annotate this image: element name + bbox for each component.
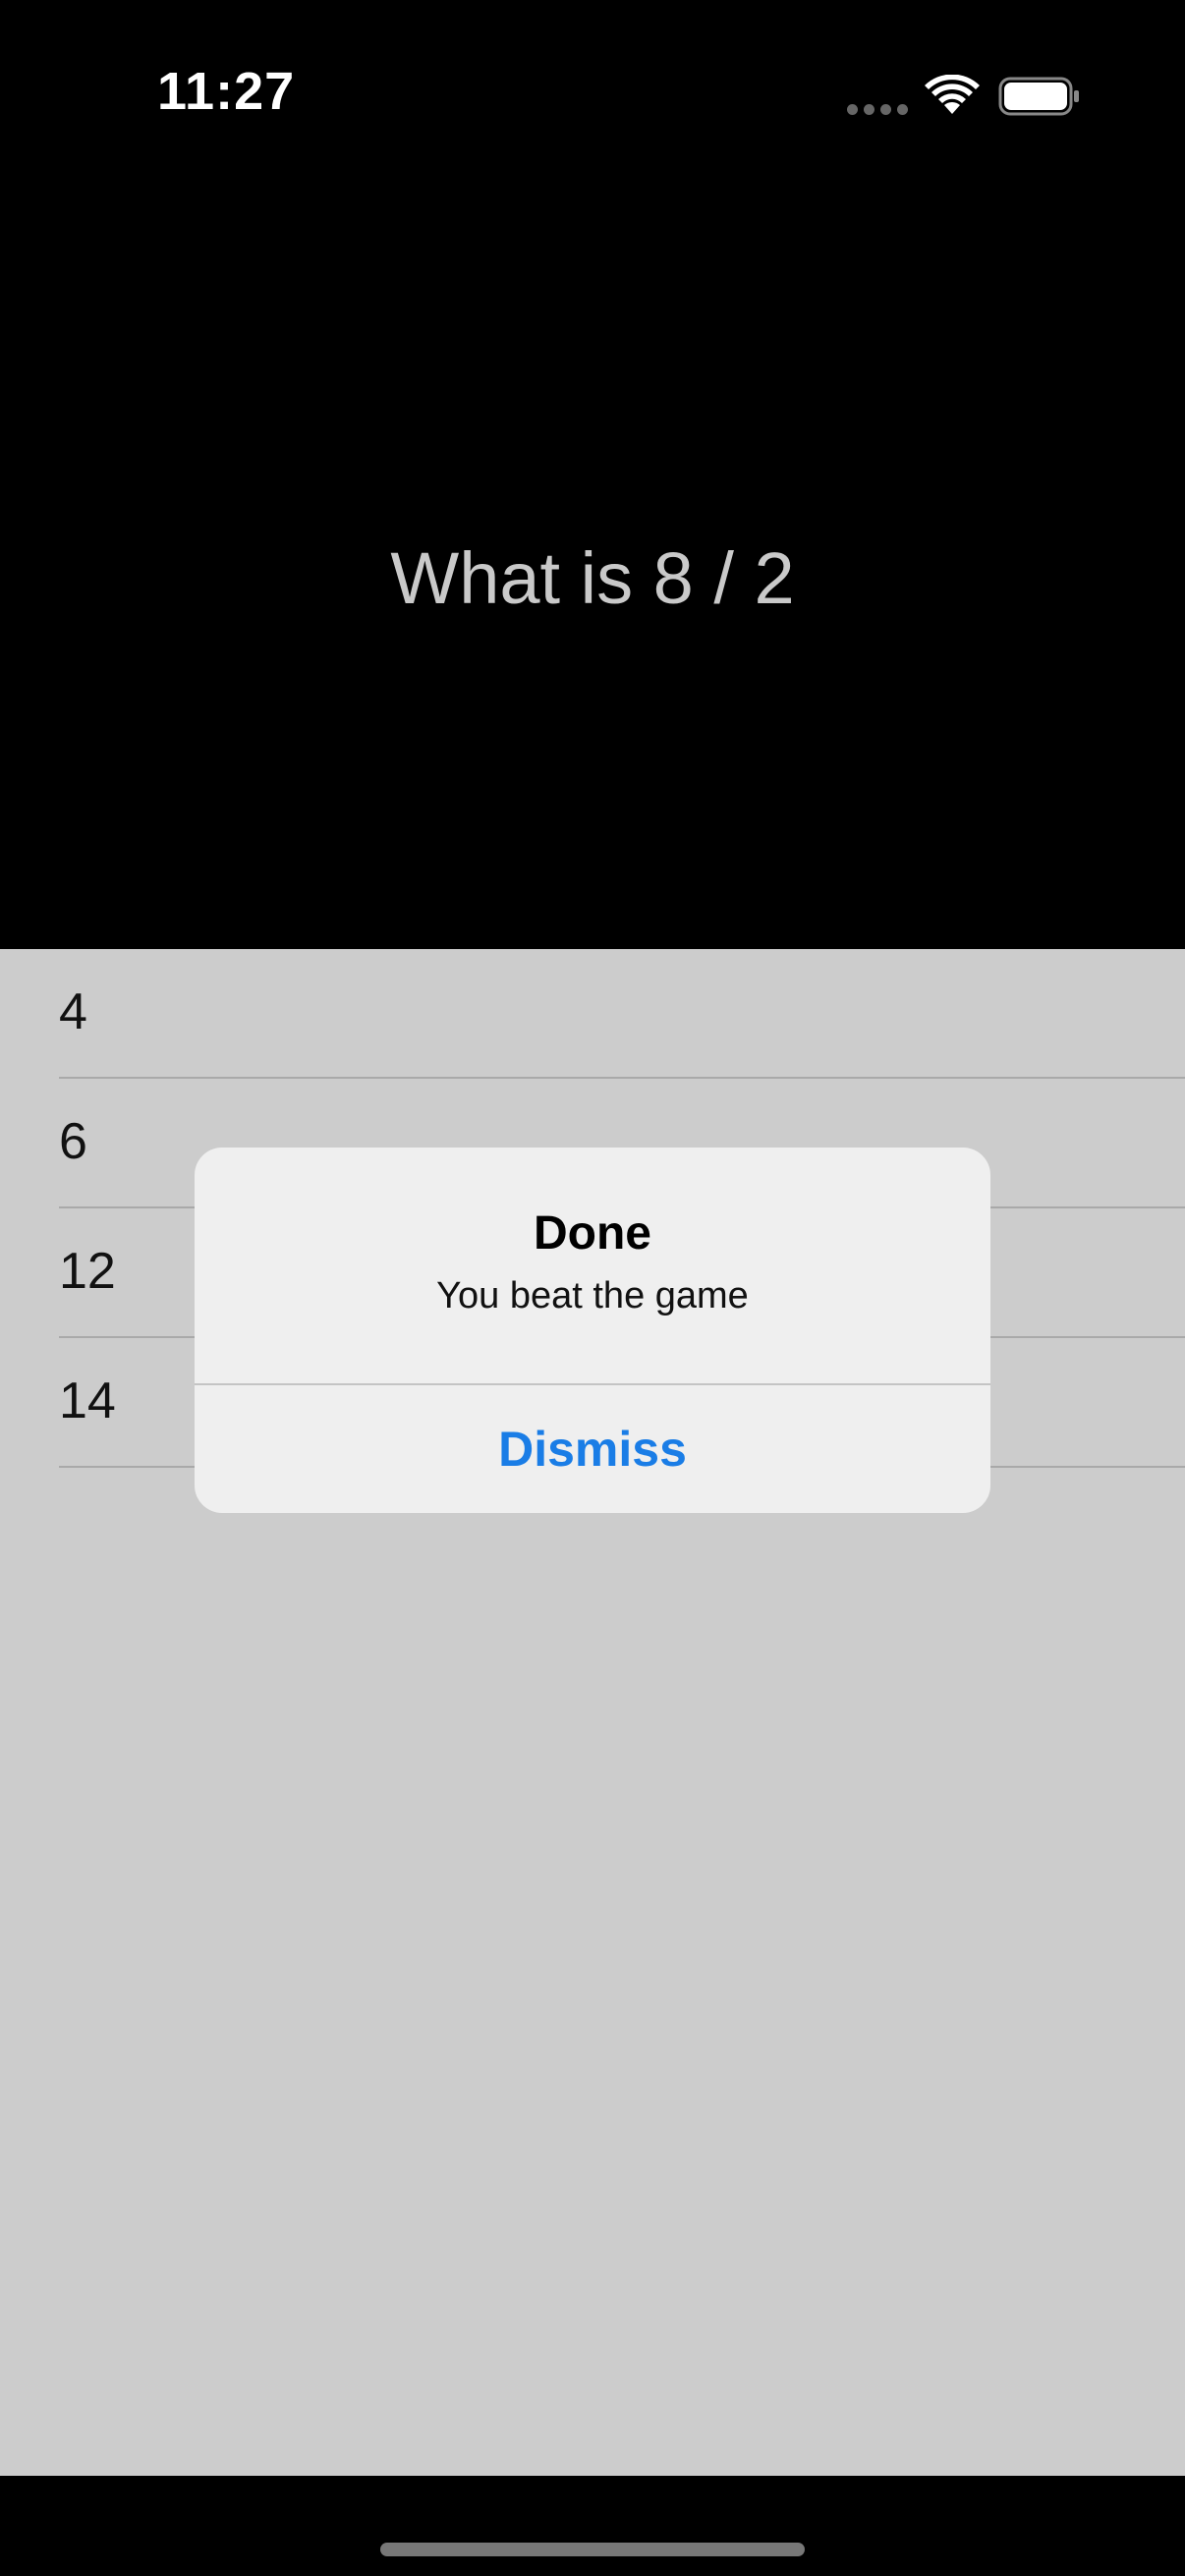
answer-label: 12 [59,1243,116,1300]
dismiss-button[interactable]: Dismiss [195,1385,990,1513]
question-text: What is 8 / 2 [390,537,795,619]
home-indicator[interactable] [380,2543,805,2556]
home-area [0,2476,1185,2576]
answer-label: 14 [59,1372,116,1429]
alert-dialog: Done You beat the game Dismiss [195,1148,990,1513]
question-area: What is 8 / 2 [0,0,1185,949]
alert-message: You beat the game [436,1275,749,1316]
answer-row[interactable]: 4 [0,949,1185,1079]
answer-label: 4 [59,983,87,1040]
alert-title: Done [534,1207,651,1260]
answer-label: 6 [59,1113,87,1170]
